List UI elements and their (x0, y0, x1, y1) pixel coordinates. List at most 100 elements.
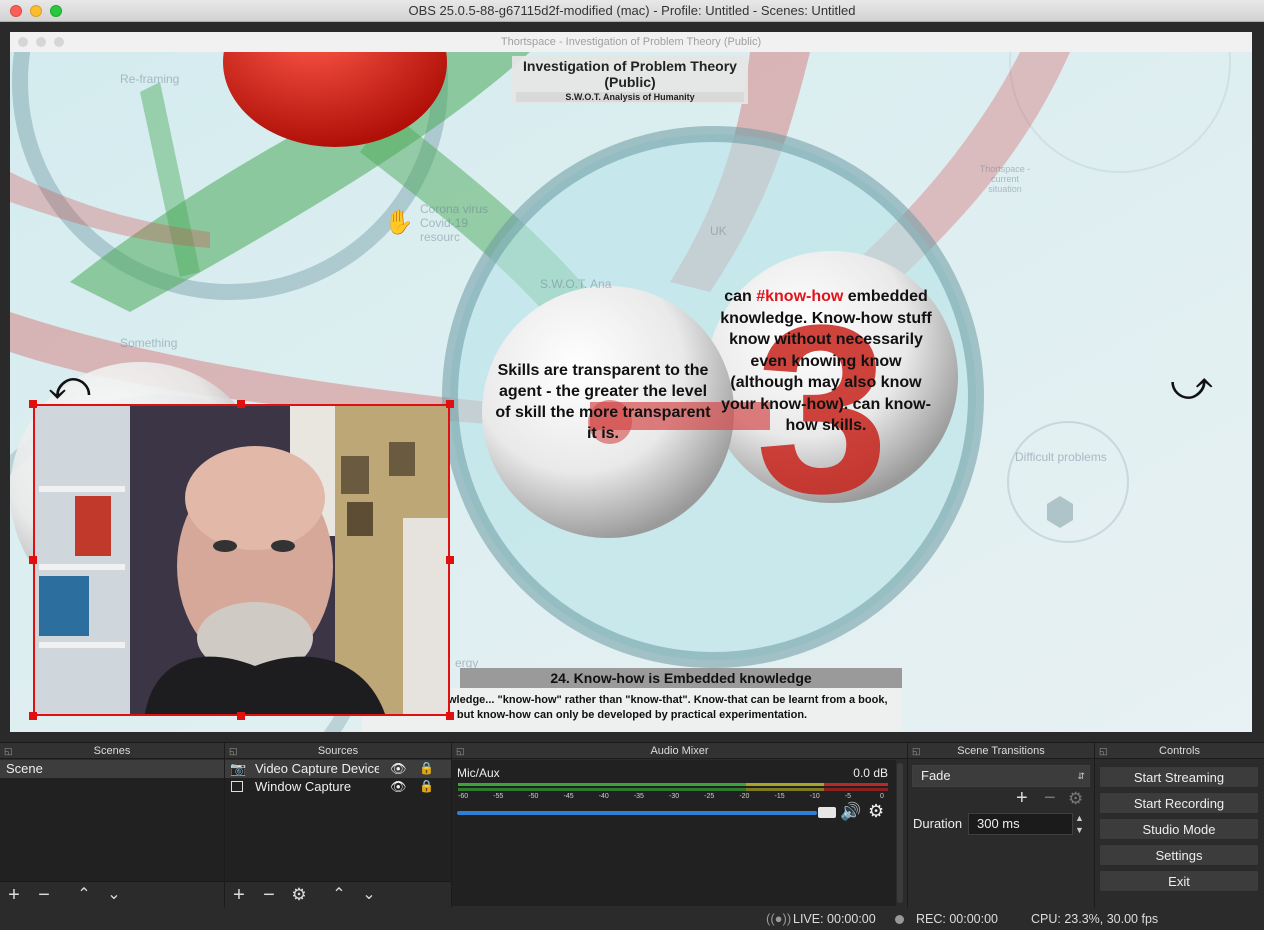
meter-red-2 (824, 788, 888, 791)
meter-scale-tick: -40 (598, 793, 609, 800)
scenes-header: ◱ Scenes (0, 743, 224, 759)
meter-scale-tick: -55 (493, 793, 504, 800)
remove-scene-icon[interactable]: − (32, 884, 56, 906)
label-thortspace: Thortspace - current situation (979, 164, 1031, 194)
undock-icon[interactable]: ◱ (456, 743, 465, 759)
start-streaming-button[interactable]: Start Streaming (1099, 766, 1259, 788)
source-name: Video Capture Device (255, 761, 379, 776)
meter-scale-tick: -35 (633, 793, 644, 800)
scene-item[interactable]: Scene (0, 760, 224, 778)
map-title: Investigation of Problem Theory (Public) (523, 58, 737, 90)
undock-icon[interactable]: ◱ (229, 743, 238, 759)
eye-icon[interactable]: 👁 (390, 778, 407, 796)
video-capture-source[interactable] (33, 404, 450, 716)
source-name: Window Capture (255, 779, 352, 794)
forward-arrow-icon[interactable]: ⤻ (1170, 364, 1213, 409)
settings-button[interactable]: Settings (1099, 844, 1259, 866)
meter-scale-tick: 0 (880, 793, 884, 800)
scenes-toolbar: + − ⌃ ⌄ (0, 881, 224, 909)
resize-handle-t[interactable] (237, 400, 245, 408)
duration-stepper-icon[interactable]: ▲ ▼ (1075, 812, 1084, 836)
eye-icon[interactable]: 👁 (390, 760, 407, 778)
resize-handle-br[interactable] (446, 712, 454, 720)
speaker-icon[interactable]: 🔊 (840, 802, 861, 822)
select-updown-icon: ⇵ (1077, 771, 1085, 781)
camera-icon: 📷 (230, 761, 247, 776)
transition-select[interactable]: Fade ⇵ (912, 765, 1090, 787)
undock-icon[interactable]: ◱ (4, 743, 13, 759)
move-source-up-icon[interactable]: ⌃ (327, 884, 351, 906)
start-recording-button[interactable]: Start Recording (1099, 792, 1259, 814)
meter-scale-tick: -25 (704, 793, 715, 800)
hashtag-know-how[interactable]: #know-how (756, 288, 843, 305)
add-scene-icon[interactable]: + (2, 884, 26, 906)
meter-scale-tick: -30 (669, 793, 680, 800)
volume-slider-handle[interactable] (818, 807, 836, 818)
resize-handle-tl[interactable] (29, 400, 37, 408)
back-arrow-icon[interactable]: ⤺ (48, 364, 91, 409)
source-item-video-capture[interactable]: 📷 Video Capture Device 👁 🔒 (225, 760, 451, 778)
meter-scale-tick: -60 (458, 793, 469, 800)
source-properties-gear-icon[interactable]: ⚙ (287, 884, 311, 906)
meter-green-2 (458, 788, 746, 791)
window-zoom-button[interactable] (50, 5, 62, 17)
move-source-down-icon[interactable]: ⌄ (357, 884, 381, 906)
audio-mixer-panel: ◱ Audio Mixer Mic/Aux 0.0 dB -60 -55 -50 -4… (452, 743, 908, 909)
dock-area: ◱ Scenes Scene + − ⌃ ⌄ ◱ Sources 📷 Video… (0, 742, 1264, 909)
webcam-feed (35, 406, 448, 714)
resize-handle-b[interactable] (237, 712, 245, 720)
lock-icon[interactable]: 🔒 (419, 760, 434, 777)
meter-scale-tick: -50 (528, 793, 539, 800)
rec-dot-icon (895, 915, 904, 924)
label-swot: S.W.O.T. Ana (540, 277, 612, 291)
label-left-mid: Something (120, 336, 178, 350)
status-bar: ((●)) LIVE: 00:00:00 REC: 00:00:00 CPU: … (0, 908, 1264, 930)
studio-mode-button[interactable]: Studio Mode (1099, 818, 1259, 840)
undock-icon[interactable]: ◱ (1099, 743, 1108, 759)
map-heading: Investigation of Problem Theory (Public)… (512, 56, 748, 104)
duration-label: Duration (913, 816, 963, 831)
label-corona: Corona virus Covid-19 resourc (420, 202, 489, 244)
sources-toolbar: + − ⚙ ⌃ ⌄ (225, 881, 451, 909)
sources-list[interactable]: 📷 Video Capture Device 👁 🔒 Window Captur… (225, 760, 451, 881)
audio-mixer-header: ◱ Audio Mixer (452, 743, 907, 759)
volume-slider-track[interactable] (457, 811, 817, 815)
move-scene-down-icon[interactable]: ⌄ (102, 884, 126, 906)
mixer-scrollbar[interactable] (897, 763, 903, 903)
undock-icon[interactable]: ◱ (912, 743, 921, 759)
move-scene-up-icon[interactable]: ⌃ (72, 884, 96, 906)
live-timer: LIVE: 00:00:00 (793, 912, 876, 926)
rec-timer: REC: 00:00:00 (916, 912, 998, 926)
channel-db: 0.0 dB (853, 766, 888, 780)
resize-handle-tr[interactable] (446, 400, 454, 408)
duration-input[interactable]: 300 ms (968, 813, 1073, 835)
remove-transition-icon[interactable]: − (1044, 787, 1056, 810)
right-sphere-text[interactable]: can #know-how embedded knowledge. Know-h… (716, 286, 936, 437)
add-transition-icon[interactable]: + (1016, 787, 1028, 810)
controls-panel: ◱ Controls Start Streaming Start Recordi… (1095, 743, 1264, 909)
left-sphere-text[interactable]: Skills are transparent to the agent - th… (492, 360, 714, 444)
exit-button[interactable]: Exit (1099, 870, 1259, 892)
meter-scale-tick: -10 (809, 793, 820, 800)
mixer-gear-icon[interactable]: ⚙ (868, 801, 884, 822)
meter-scale-tick: -15 (774, 793, 785, 800)
remove-source-icon[interactable]: − (257, 884, 281, 906)
captured-max-dot (54, 37, 64, 47)
channel-name: Mic/Aux (457, 766, 500, 780)
scenes-panel: ◱ Scenes Scene + − ⌃ ⌄ (0, 743, 225, 909)
transition-gear-icon[interactable]: ⚙ (1068, 789, 1083, 809)
source-item-window-capture[interactable]: Window Capture 👁 🔒 (225, 778, 451, 796)
resize-handle-l[interactable] (29, 556, 37, 564)
meter-scale: -60 -55 -50 -45 -40 -35 -30 -25 -20 -15 -10 -5 0 (458, 793, 888, 803)
meter-yellow-2 (746, 788, 824, 791)
window-close-button[interactable] (10, 5, 22, 17)
resize-handle-r[interactable] (446, 556, 454, 564)
scene-transitions-panel: ◱ Scene Transitions Fade ⇵ + − ⚙ Duratio… (908, 743, 1095, 909)
resize-handle-bl[interactable] (29, 712, 37, 720)
lock-icon[interactable]: 🔒 (419, 778, 434, 795)
window-minimize-button[interactable] (30, 5, 42, 17)
add-source-icon[interactable]: + (227, 884, 251, 906)
meter-scale-tick: -20 (739, 793, 750, 800)
scenes-list[interactable]: Scene (0, 760, 224, 881)
preview-area[interactable]: Thortspace - Investigation of Problem Th… (0, 22, 1264, 742)
